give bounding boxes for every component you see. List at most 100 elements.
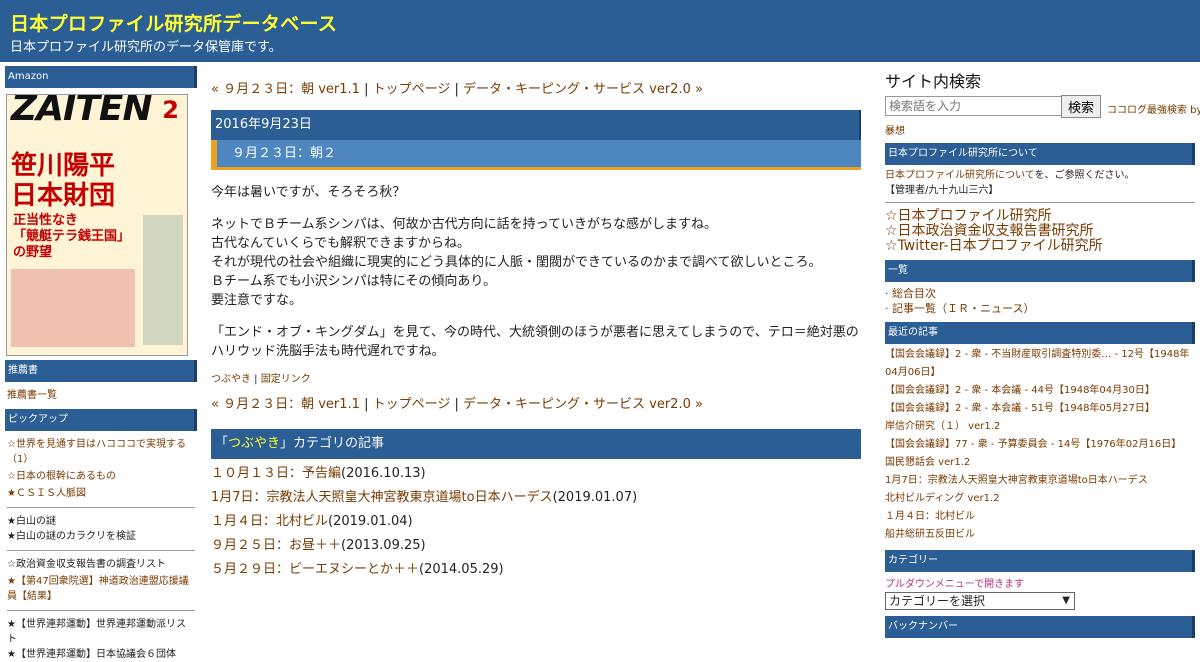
recommend-list-link[interactable]: 推薦書一覧: [7, 388, 195, 403]
index-link[interactable]: · 記事一覧（ＩＲ・ニュース）: [885, 301, 1195, 316]
article-link[interactable]: １０月１３日：予告編: [211, 466, 341, 481]
external-link[interactable]: ☆日本プロファイル研究所: [885, 209, 1195, 224]
next-post-link[interactable]: データ・キーピング・サービス ver2.0 »: [463, 82, 703, 97]
search-title: サイト内検索: [885, 72, 982, 91]
right-sidebar: サイト内検索 検索 ココログ最強検索 by 暴想 日本プロファイル研究所について…: [885, 68, 1200, 638]
pickup-link[interactable]: ★【世界連邦運動】世界連邦運動派リスト: [7, 617, 195, 647]
article-link[interactable]: 1月7日：宗教法人天照皇大神宮教東京道場to日本ハーデス: [211, 490, 553, 505]
main-content: « ９月２３日：朝 ver1.1 | トップページ | データ・キーピング・サー…: [211, 80, 861, 579]
prev-post-link[interactable]: « ９月２３日：朝 ver1.1: [211, 82, 360, 97]
pickup-heading: ピックアップ: [5, 409, 197, 431]
date-header: 2016年9月23日: [211, 110, 861, 140]
cover-lower-band: [11, 269, 135, 347]
pickup-link[interactable]: ★白山の謎: [7, 514, 195, 529]
top-page-link[interactable]: トップページ: [373, 82, 451, 97]
divider: [885, 202, 1195, 203]
recent-article-link[interactable]: 北村ビルディング ver1.2: [885, 490, 1195, 508]
pickup-link[interactable]: ☆世界を見通す目はハコココで実現する（1）: [7, 437, 195, 467]
recent-article-link[interactable]: 岸信介研究（１） ver1.2: [885, 418, 1195, 436]
recent-article-link[interactable]: 【国会会議録】2 - 衆 - 本会議 - 44号【1948年04月30日】: [885, 382, 1195, 400]
recent-article-link[interactable]: 【国会会議録】2 - 衆 - 本会議 - 51号【1948年05月27日】: [885, 400, 1195, 418]
external-links: ☆日本プロファイル研究所 ☆日本政治資金収支報告書研究所 ☆Twitter-日本…: [885, 209, 1195, 254]
post-paragraph: ネットでＢチーム系シンパは、何故か古代方向に話を持っていきがちな感がしますね。 …: [211, 217, 822, 308]
cover-masthead: ZAITEN: [11, 94, 153, 129]
recent-article-link[interactable]: 船井総研五反田ビル: [885, 526, 1195, 544]
recent-heading: 最近の記事: [885, 322, 1195, 344]
divider: [7, 507, 195, 508]
pickup-link[interactable]: ★【第47回衆院選】神道政治連盟応援議員【結果】: [7, 574, 195, 604]
search-input[interactable]: [885, 96, 1062, 116]
powered-by-link-2[interactable]: 暴想: [885, 122, 1195, 137]
post-footer: つぶやき | 固定リンク: [211, 370, 861, 385]
cover-issue: 2: [162, 96, 179, 124]
next-post-link[interactable]: データ・キーピング・サービス ver2.0 »: [463, 397, 703, 412]
nav-separator: |: [450, 397, 463, 412]
article-date: (2019.01.07): [552, 490, 638, 505]
article-date: (2013.09.25): [341, 538, 426, 553]
cover-subheadline: 正当性なき 「競艇テラ銭王国」 の野望: [13, 213, 131, 260]
cover-headline: 笹川陽平 日本財団: [11, 151, 116, 211]
list-item: ９月２５日：お昼＋＋(2013.09.25): [211, 537, 861, 555]
pickup-link[interactable]: ★【世界連邦運動】日本協議会６団体: [7, 647, 195, 662]
category-name-link[interactable]: つぶやき: [228, 436, 280, 451]
list-item: １月４日：北村ビル(2019.01.04): [211, 513, 861, 531]
nav-separator: |: [450, 82, 463, 97]
post-paragraph: 今年は暑いですが、そろそろ秋？: [211, 185, 406, 200]
index-link[interactable]: · 総合目次: [885, 286, 1195, 301]
divider: [7, 610, 195, 611]
site-title[interactable]: 日本プロファイル研究所データベース: [10, 9, 337, 36]
site-description: 日本プロファイル研究所のデータ保管庫です。: [10, 40, 282, 55]
list-item: １０月１３日：予告編(2016.10.13): [211, 465, 861, 483]
nav-separator: |: [359, 82, 373, 97]
pickup-link[interactable]: ★ＣＳＩＳ人脈図: [7, 486, 195, 501]
post-body: 今年は暑いですが、そろそろ秋？ ネットでＢチーム系シンパは、何故か古代方向に話を…: [211, 183, 861, 361]
left-sidebar: Amazon ZAITEN 2 笹川陽平 日本財団 正当性なき 「競艇テラ銭王国…: [5, 66, 197, 662]
category-select[interactable]: カテゴリーを選択 ▼: [885, 592, 1075, 610]
cat-suffix: 」カテゴリの記事: [280, 436, 385, 451]
category-link[interactable]: つぶやき: [211, 374, 251, 385]
article-date: (2016.10.13): [341, 466, 426, 481]
pickup-link[interactable]: ☆日本の根幹にあるもの: [7, 469, 195, 484]
powered-by-link[interactable]: ココログ最強検索 by: [1107, 101, 1200, 116]
nav-separator: |: [359, 397, 373, 412]
recent-article-link[interactable]: 国民懇話会 ver1.2: [885, 454, 1195, 472]
article-link[interactable]: ９月２５日：お昼＋＋: [211, 538, 341, 553]
article-link[interactable]: １月４日：北村ビル: [211, 514, 328, 529]
search-button[interactable]: 検索: [1061, 95, 1102, 118]
chevron-down-icon: ▼: [1062, 595, 1070, 606]
about-note: を、ご参照ください。: [1034, 170, 1135, 181]
about-link[interactable]: 日本プロファイル研究所について: [885, 170, 1035, 181]
category-heading: カテゴリー: [885, 550, 1195, 572]
top-page-link[interactable]: トップページ: [373, 397, 451, 412]
pickup-link[interactable]: ★白山の謎のカラクリを検証: [7, 529, 195, 544]
pickup-link[interactable]: ☆政治資金収支報告書の調査リスト: [7, 557, 195, 572]
list-item: ５月２９日：ビーエヌシーとか＋＋(2014.05.29): [211, 561, 861, 579]
recent-article-link[interactable]: 1月7日：宗教法人天照皇大神宮教東京道場to日本ハーデス: [885, 472, 1195, 490]
about-heading: 日本プロファイル研究所について: [885, 143, 1195, 165]
post-title[interactable]: ９月２３日：朝２: [211, 140, 861, 170]
footer-separator: |: [251, 374, 261, 385]
article-link[interactable]: ５月２９日：ビーエヌシーとか＋＋: [211, 562, 419, 577]
backnumber-heading: バックナンバー: [885, 616, 1195, 638]
recent-articles: 【国会会議録】2 - 衆 - 不当財産取引調査特別委… - 12号【1948年0…: [885, 346, 1195, 544]
article-date: (2019.01.04): [328, 514, 413, 529]
category-articles-header: 「つぶやき」カテゴリの記事: [211, 429, 861, 459]
external-link[interactable]: ☆日本政治資金収支報告書研究所: [885, 224, 1195, 239]
recent-article-link[interactable]: 【国会会議録】77 - 衆 - 予算委員会 - 14号【1976年02月16日】: [885, 436, 1195, 454]
recent-article-link[interactable]: １月４日：北村ビル: [885, 508, 1195, 526]
prev-post-link[interactable]: « ９月２３日：朝 ver1.1: [211, 397, 360, 412]
divider: [7, 550, 195, 551]
permalink[interactable]: 固定リンク: [261, 374, 311, 385]
book-cover-image[interactable]: ZAITEN 2 笹川陽平 日本財団 正当性なき 「競艇テラ銭王国」 の野望: [6, 94, 188, 356]
site-header: 日本プロファイル研究所データベース 日本プロファイル研究所のデータ保管庫です。: [0, 0, 1200, 62]
post-paragraph: 「エンド・オブ・キングダム」を見て、今の時代、大統領側のほうが悪者に思えてしまう…: [211, 325, 859, 359]
cover-side-panel: [143, 215, 183, 345]
admin-name: 【管理者/九十九山三六】: [885, 185, 999, 196]
external-link[interactable]: ☆Twitter-日本プロファイル研究所: [885, 239, 1195, 254]
category-note: プルダウンメニューで開きます: [885, 579, 1025, 590]
category-article-list: １０月１３日：予告編(2016.10.13) 1月7日：宗教法人天照皇大神宮教東…: [211, 465, 861, 579]
recent-article-link[interactable]: 【国会会議録】2 - 衆 - 不当財産取引調査特別委… - 12号【1948年0…: [885, 346, 1195, 382]
search-form: 検索 ココログ最強検索 by: [885, 95, 1200, 118]
index-list: · 総合目次 · 記事一覧（ＩＲ・ニュース）: [885, 286, 1195, 316]
category-select-value: カテゴリーを選択: [889, 594, 986, 608]
